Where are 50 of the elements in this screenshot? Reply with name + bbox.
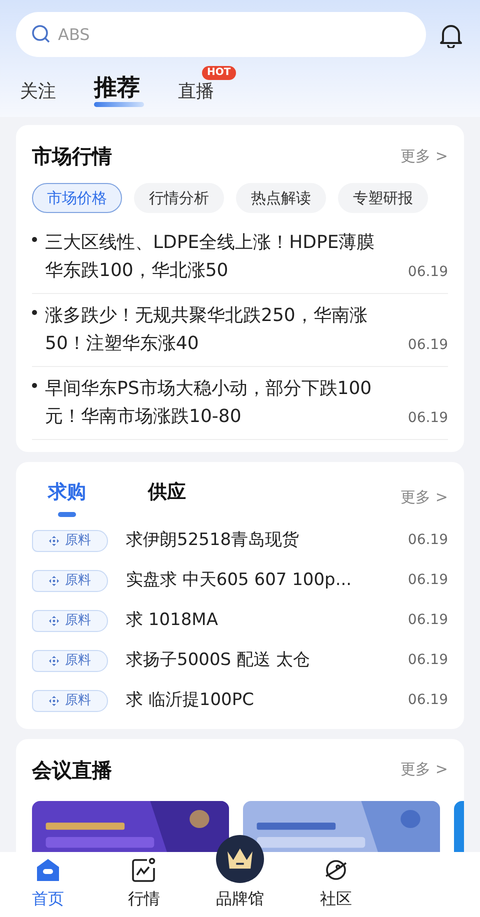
trade-title[interactable]: 求扬子5000S 配送 太仓 — [126, 648, 390, 674]
tag-label: 原料 — [65, 652, 91, 670]
trade-date: 06.19 — [408, 651, 448, 670]
tag-label: 原料 — [65, 572, 91, 590]
trade-tab[interactable]: 供应 — [148, 478, 186, 516]
nav-tab[interactable]: 社区 — [288, 852, 384, 917]
category-chip[interactable]: 市场价格 — [32, 183, 122, 213]
news-date: 06.19 — [408, 336, 448, 355]
feed-tab[interactable]: 直播 — [178, 78, 214, 109]
trade-title[interactable]: 实盘求 中天605 607 100p... — [126, 568, 390, 594]
hot-badge: HOT — [202, 66, 236, 80]
search-field[interactable]: ABS — [16, 12, 426, 57]
chart-icon — [131, 857, 157, 883]
more-link[interactable]: 更多 > — [400, 758, 448, 781]
more-link[interactable]: 更多 > — [400, 144, 448, 168]
nav-tab[interactable]: 行情 — [96, 852, 192, 917]
news-headline[interactable]: 涨多跌少！无规共聚华北跌250，华南涨50！注塑华东涨40 — [45, 302, 380, 358]
search-icon — [31, 24, 51, 44]
trade-date: 06.19 — [408, 571, 448, 590]
trade-title[interactable]: 求 1018MA — [126, 608, 390, 634]
news-headline[interactable]: 三大区线性、LDPE全线上涨！HDPE薄膜华东跌100，华北涨50 — [45, 229, 380, 285]
news-date: 06.19 — [408, 409, 448, 428]
category-chip[interactable]: 热点解读 — [236, 183, 326, 213]
trade-date: 06.19 — [408, 691, 448, 710]
crown-icon — [215, 835, 265, 883]
category-chip[interactable]: 行情分析 — [134, 183, 224, 213]
trade-title[interactable]: 求伊朗52518青岛现货 — [126, 528, 390, 554]
move-icon — [49, 536, 59, 546]
feed-tab[interactable]: 关注 — [20, 78, 56, 109]
planet-icon — [323, 857, 349, 883]
nav-tab[interactable]: 品牌馆 — [192, 835, 288, 917]
move-icon — [49, 696, 59, 706]
tag-label: 原料 — [65, 532, 91, 550]
tag-label: 原料 — [65, 612, 91, 630]
section-title: 会议直播 — [32, 756, 112, 784]
category-chip[interactable]: 专塑研报 — [338, 183, 428, 213]
nav-tab[interactable]: 首页 — [0, 852, 96, 917]
move-icon — [49, 576, 59, 586]
news-date: 06.19 — [408, 263, 448, 282]
tag-label: 原料 — [65, 692, 91, 710]
move-icon — [49, 616, 59, 626]
news-headline[interactable]: 早间华东PS市场大稳小动，部分下跌100元！华南市场涨跌10-80 — [45, 375, 380, 431]
trade-tab[interactable]: 求购 — [48, 478, 86, 516]
trade-date: 06.19 — [408, 531, 448, 550]
move-icon — [49, 656, 59, 666]
trade-title[interactable]: 求 临沂提100PC — [126, 688, 390, 714]
home-icon — [35, 857, 61, 883]
trade-date: 06.19 — [408, 611, 448, 630]
section-title: 市场行情 — [32, 143, 112, 170]
more-link[interactable]: 更多 > — [400, 486, 448, 508]
